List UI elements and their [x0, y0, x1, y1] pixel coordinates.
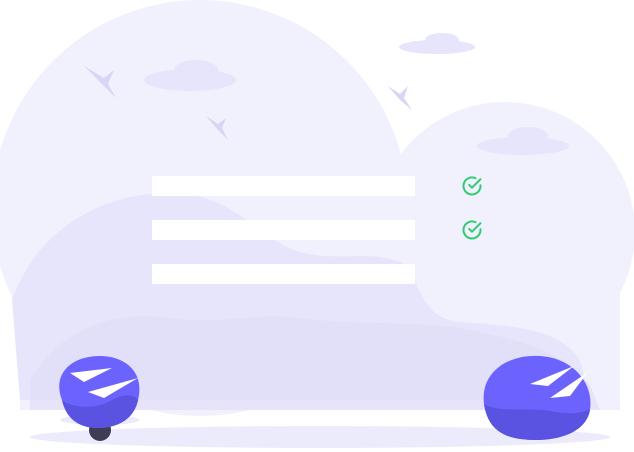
form-field-1 [152, 176, 415, 196]
bush-icon [59, 356, 140, 441]
bird-icon [388, 86, 412, 110]
illustration-canvas [0, 0, 634, 452]
form-field-2 [152, 220, 415, 240]
check-circle-icon [462, 176, 482, 196]
form-field-3 [152, 264, 415, 284]
check-circle-icon [462, 220, 482, 240]
cloud-icon [399, 33, 475, 54]
